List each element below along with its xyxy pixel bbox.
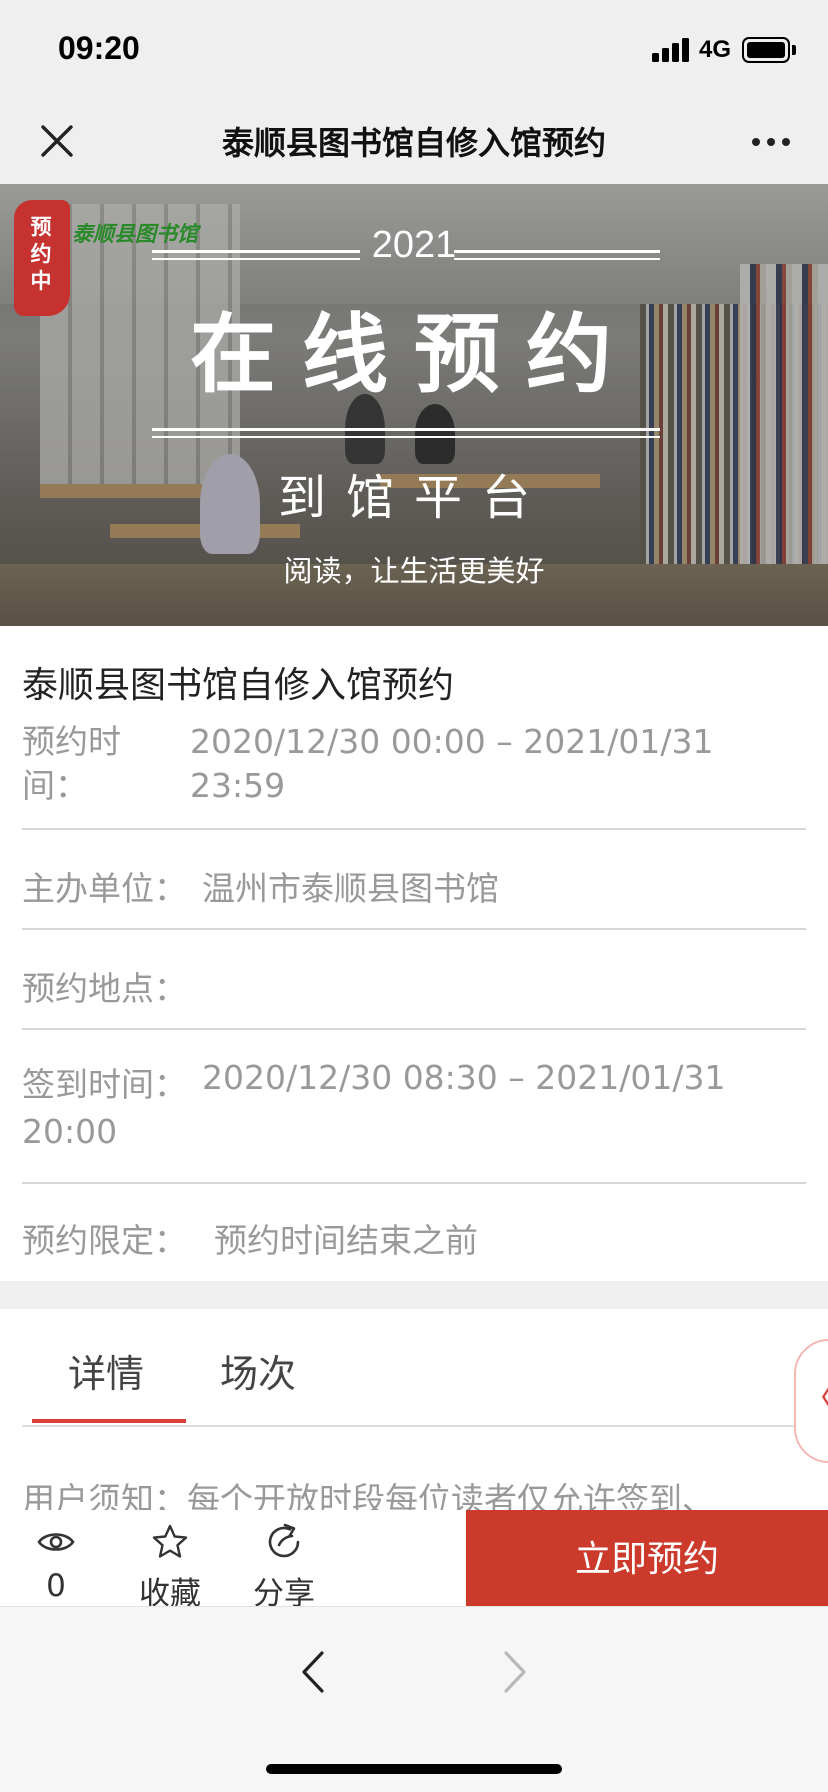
- eye-icon: [37, 1533, 75, 1551]
- screen: 09:20 4G 泰顺县图书馆自修入馆预约 预约中 泰顺县图书馆 2021 在线…: [0, 0, 828, 1792]
- checkin-time-label: 签到时间：: [22, 1065, 187, 1104]
- share-icon: [268, 1523, 300, 1558]
- status-bar: 09:20 4G: [0, 0, 828, 100]
- share-button[interactable]: 分享: [234, 1510, 334, 1612]
- event-info-card: 泰顺县图书馆自修入馆预约 预约时间： 2020/12/30 00:00 – 20…: [0, 626, 828, 1281]
- views-count: 0: [46, 1568, 66, 1604]
- checkin-time-value-line1: 2020/12/30 08:30 – 2021/01/31: [202, 1058, 726, 1097]
- close-icon[interactable]: [36, 120, 78, 162]
- banner-slogan: 阅读，让生活更美好: [283, 554, 545, 588]
- divider: [22, 1028, 806, 1030]
- network-label: 4G: [699, 36, 732, 63]
- status-badge: 预约中: [30, 215, 52, 293]
- views-counter: 0: [6, 1510, 106, 1606]
- favorite-button[interactable]: 收藏: [120, 1510, 220, 1612]
- banner-year: 2021: [371, 224, 457, 266]
- signal-icon: [652, 38, 692, 62]
- divider: [22, 828, 806, 830]
- reserve-time-label: 预约时间：: [22, 722, 121, 805]
- event-title: 泰顺县图书馆自修入馆预约: [22, 665, 455, 706]
- reserve-time-value-line2: 23:59: [190, 766, 286, 805]
- limit-value: 预约时间结束之前: [214, 1221, 478, 1260]
- tab-sessions[interactable]: 场次: [220, 1343, 296, 1398]
- tabs-divider: [22, 1425, 806, 1427]
- battery-icon: [742, 37, 790, 63]
- limit-label: 预约限定：: [22, 1221, 187, 1260]
- organizer-value: 温州市泰顺县图书馆: [202, 869, 499, 908]
- banner-rule: [152, 436, 660, 438]
- checkin-time-value-line2: 20:00: [22, 1112, 118, 1151]
- location-label: 预约地点：: [22, 969, 187, 1008]
- banner-rule: [454, 258, 660, 260]
- chevron-left-icon[interactable]: 〈: [802, 1371, 828, 1420]
- banner-headline: 在线预约: [190, 305, 638, 405]
- home-indicator: [266, 1764, 562, 1774]
- section-gap: [0, 1281, 828, 1309]
- banner-rule: [152, 428, 660, 431]
- page-title: 泰顺县图书馆自修入馆预约: [221, 124, 606, 162]
- tab-details[interactable]: 详情: [68, 1343, 144, 1398]
- banner-rule: [152, 258, 360, 260]
- reserve-now-button[interactable]: 立即预约: [466, 1510, 828, 1606]
- banner-subheadline: 到馆平台: [277, 470, 550, 526]
- nav-bar: 泰顺县图书馆自修入馆预约: [0, 100, 828, 184]
- organizer-label: 主办单位：: [22, 869, 187, 908]
- forward-arrow-icon[interactable]: [500, 1647, 530, 1697]
- more-icon[interactable]: [750, 138, 794, 148]
- active-tab-indicator: [32, 1419, 186, 1423]
- divider: [22, 1182, 806, 1184]
- star-icon: [152, 1524, 188, 1558]
- banner-rule: [454, 250, 660, 253]
- reserve-time-value-line1: 2020/12/30 00:00 – 2021/01/31: [190, 722, 714, 761]
- status-time: 09:20: [58, 30, 140, 66]
- library-logo-text: 泰顺县图书馆: [72, 221, 198, 246]
- divider: [22, 928, 806, 930]
- banner-rule: [152, 250, 360, 253]
- back-arrow-icon[interactable]: [298, 1647, 328, 1697]
